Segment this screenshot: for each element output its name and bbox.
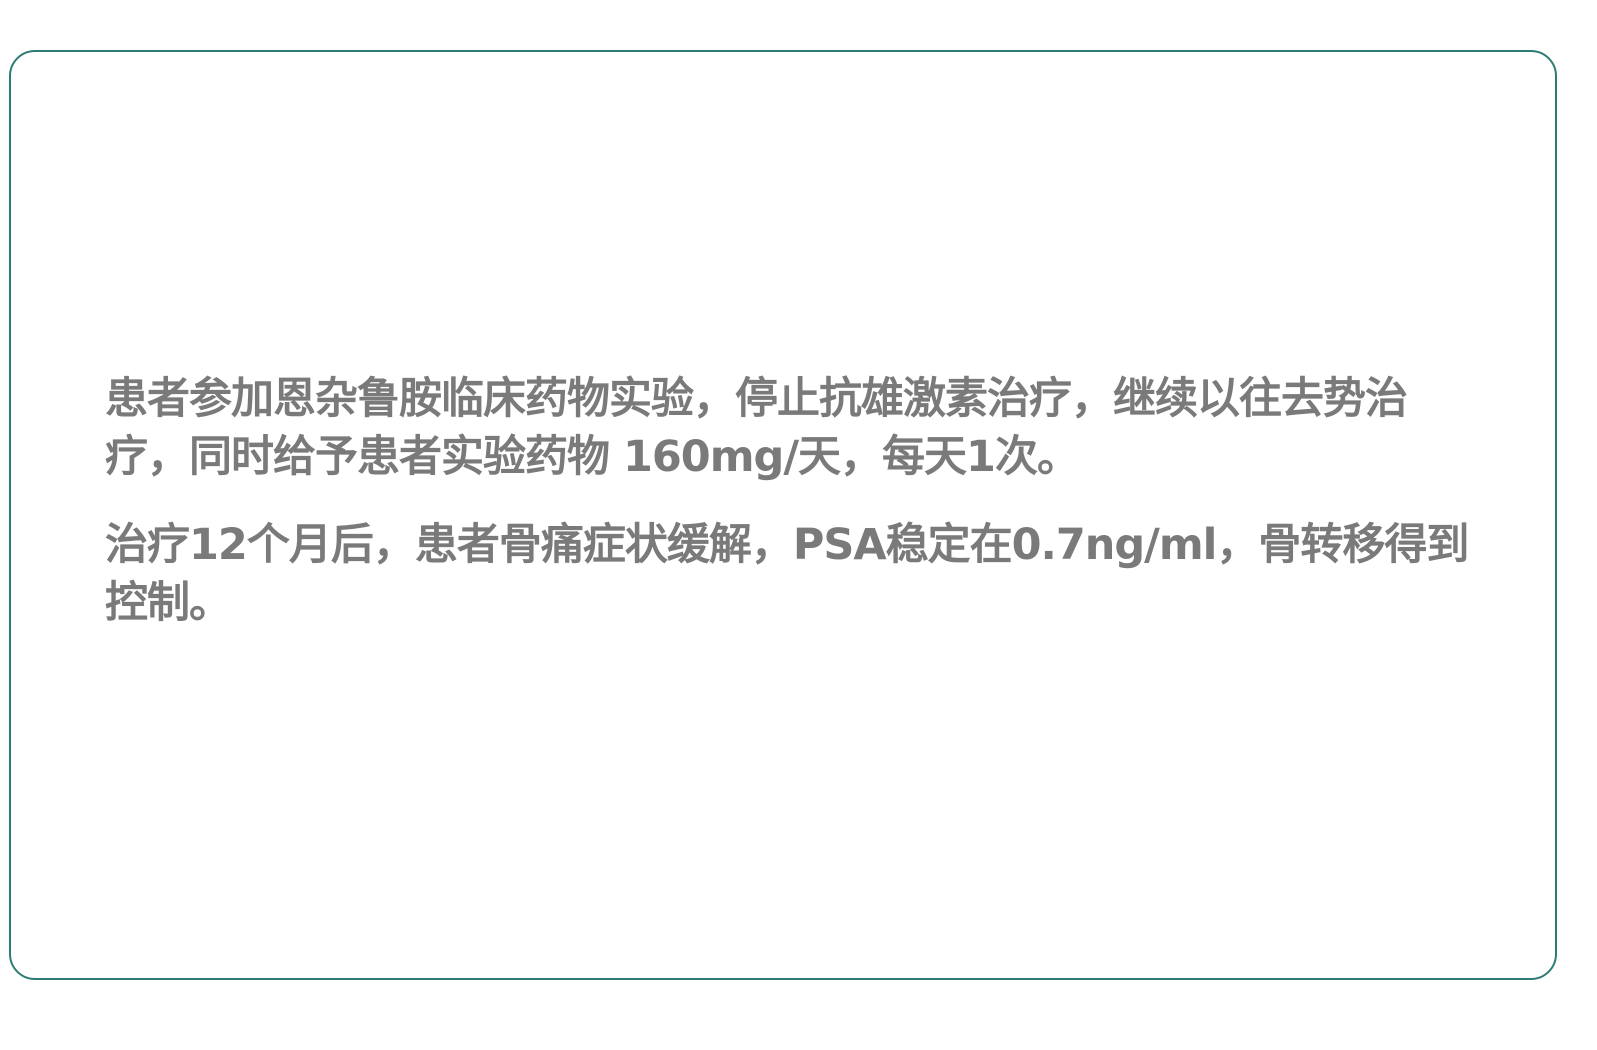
- outcome-paragraph: 治疗12个月后，患者骨痛症状缓解，PSA稳定在0.7ng/ml，骨转移得到控制。: [105, 520, 1469, 628]
- case-text-block: 患者参加恩杂鲁胺临床药物实验，停止抗雄激素治疗，继续以往去势治疗，同时给予患者实…: [105, 370, 1480, 632]
- treatment-paragraph: 患者参加恩杂鲁胺临床药物实验，停止抗雄激素治疗，继续以往去势治疗，同时给予患者实…: [105, 374, 1408, 482]
- content-card: 患者参加恩杂鲁胺临床药物实验，停止抗雄激素治疗，继续以往去势治疗，同时给予患者实…: [9, 50, 1557, 980]
